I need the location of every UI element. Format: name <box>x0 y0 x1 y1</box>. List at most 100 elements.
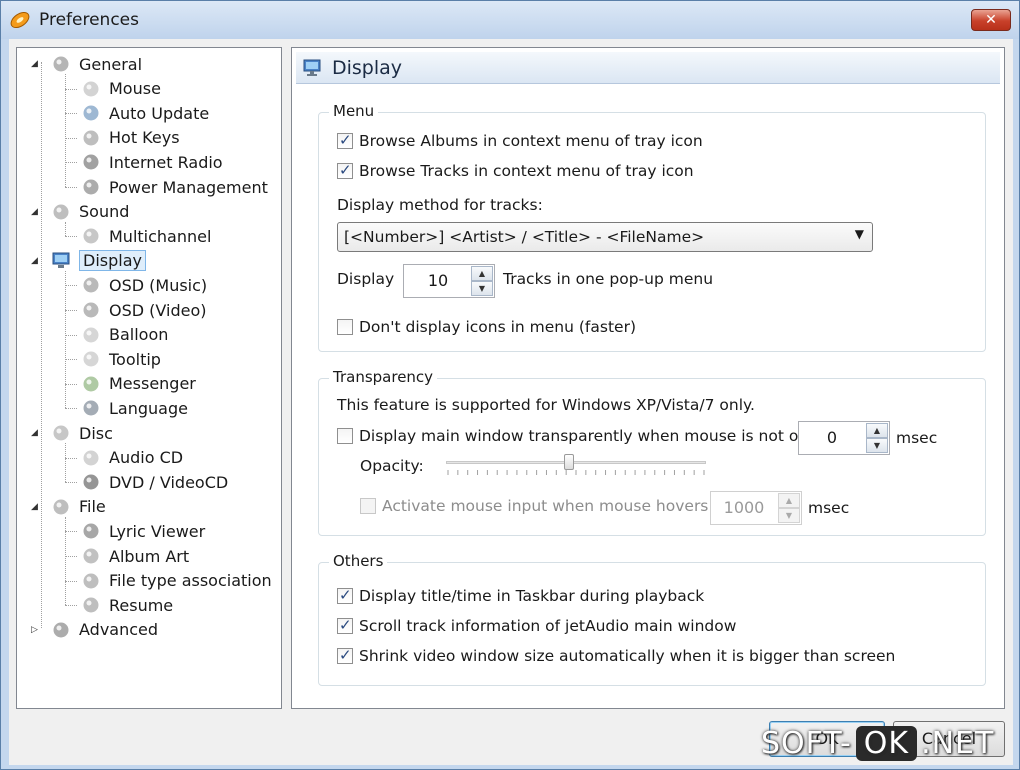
tree-item-sound[interactable]: Sound <box>51 200 129 224</box>
mouse-input-checkbox[interactable]: Activate mouse input when mouse hovers <box>360 497 708 515</box>
tree-expander-icon[interactable]: ◢ <box>31 256 41 266</box>
spin-down-icon[interactable]: ▼ <box>471 281 493 296</box>
scroll-track-label: Scroll track information of jetAudio mai… <box>359 617 737 635</box>
globe-icon <box>83 105 99 121</box>
tree-connector <box>65 482 77 484</box>
transparency-group-legend: Transparency <box>329 368 438 386</box>
language-icon <box>83 400 99 416</box>
tree-item-label: Tooltip <box>109 349 161 369</box>
tree-connector <box>65 236 77 238</box>
tracks-count-spinner[interactable]: 10 ▲ ▼ <box>403 264 495 298</box>
tree-item-file-type-association[interactable]: File type association <box>81 569 272 593</box>
transparent-window-checkbox[interactable]: Display main window transparently when m… <box>337 427 823 445</box>
speaker-icon <box>53 204 69 220</box>
tree-item-label: OSD (Video) <box>109 300 207 320</box>
transparent-delay-spinner[interactable]: 0 ▲ ▼ <box>798 421 890 455</box>
tree-connector <box>65 137 77 139</box>
shrink-video-checkbox[interactable]: Shrink video window size automatically w… <box>337 646 895 665</box>
window-title: Preferences <box>39 10 139 30</box>
spin-up-icon[interactable]: ▲ <box>866 423 888 438</box>
tree-item-label: Disc <box>79 423 113 443</box>
taskbar-title-check-box[interactable] <box>337 586 353 604</box>
tracks-per-menu-label: Tracks in one pop-up menu <box>503 270 714 288</box>
tree-expander-icon[interactable]: ◢ <box>31 207 41 217</box>
opacity-slider-thumb[interactable] <box>563 454 574 470</box>
tree-item-general[interactable]: General <box>51 52 142 76</box>
radio-icon <box>83 154 99 170</box>
tree-item-power-management[interactable]: Power Management <box>81 175 268 199</box>
scroll-track-checkbox[interactable]: Scroll track information of jetAudio mai… <box>337 616 737 635</box>
tree-item-label: Multichannel <box>109 226 212 246</box>
spin-up-icon[interactable]: ▲ <box>471 266 493 281</box>
tree-item-messenger[interactable]: Messenger <box>81 372 196 396</box>
tree-item-dvd-videocd[interactable]: DVD / VideoCD <box>81 470 228 494</box>
dvd-icon <box>83 474 99 490</box>
spin-up-icon[interactable]: ▲ <box>778 493 800 508</box>
opacity-slider[interactable] <box>446 454 706 478</box>
tree-item-osd-video[interactable]: OSD (Video) <box>81 298 206 322</box>
tree-expander-icon[interactable]: ◢ <box>31 59 41 69</box>
tree-item-hot-keys[interactable]: Hot Keys <box>81 126 180 150</box>
panel-title: Display <box>332 57 403 79</box>
tree-item-audio-cd[interactable]: Audio CD <box>81 446 183 470</box>
tree-item-mouse[interactable]: Mouse <box>81 77 161 101</box>
spin-down-icon[interactable]: ▼ <box>778 508 800 523</box>
tree-item-display[interactable]: Display <box>51 249 146 273</box>
tree-item-balloon[interactable]: Balloon <box>81 323 168 347</box>
category-tree[interactable]: ◢ General Mouse Auto Update Hot Keys Internet… <box>16 47 282 709</box>
tree-item-album-art[interactable]: Album Art <box>81 544 189 568</box>
tree-item-multichannel[interactable]: Multichannel <box>81 224 211 248</box>
tree-connector <box>65 556 77 557</box>
browse-tracks-check-box[interactable] <box>337 161 353 179</box>
taskbar-title-checkbox[interactable]: Display title/time in Taskbar during pla… <box>337 586 704 605</box>
tree-item-label: General <box>79 54 143 74</box>
transparent-window-check-box[interactable] <box>337 428 353 444</box>
tree-item-label: Resume <box>109 595 174 615</box>
tree-item-disc[interactable]: Disc <box>51 421 113 445</box>
no-icons-check-box[interactable] <box>337 319 353 335</box>
mouse-icon <box>83 81 99 97</box>
osd-icon <box>83 277 99 293</box>
tree-item-osd-music[interactable]: OSD (Music) <box>81 273 207 297</box>
tree-expander-icon[interactable]: ◢ <box>31 428 41 438</box>
tracks-count-value[interactable]: 10 <box>404 265 472 297</box>
tree-item-tooltip[interactable]: Tooltip <box>81 347 161 371</box>
tree-expander-icon[interactable]: ▷ <box>31 625 41 635</box>
checklist-icon <box>53 56 69 72</box>
mouse-input-delay-spinner[interactable]: 1000 ▲ ▼ <box>710 491 802 525</box>
microphone-icon <box>83 523 99 539</box>
multichannel-icon <box>83 228 99 244</box>
tree-item-label: Album Art <box>109 546 190 566</box>
display-method-select[interactable]: [<Number>] <Artist> / <Title> - <FileNam… <box>337 222 873 252</box>
tree-expander-icon[interactable]: ◢ <box>31 502 41 512</box>
tree-item-label: Power Management <box>109 177 268 197</box>
tooltip-icon <box>83 351 99 367</box>
tree-item-language[interactable]: Language <box>81 396 188 420</box>
tree-connector <box>65 531 77 533</box>
close-button[interactable]: ✕ <box>971 9 1011 31</box>
tree-item-lyric-viewer[interactable]: Lyric Viewer <box>81 519 205 543</box>
tree-connector <box>65 580 77 582</box>
spin-down-icon[interactable]: ▼ <box>866 438 888 453</box>
browse-tracks-checkbox[interactable]: Browse Tracks in context menu of tray ic… <box>337 161 694 180</box>
no-icons-checkbox[interactable]: Don't display icons in menu (faster) <box>337 318 636 336</box>
tree-item-internet-radio[interactable]: Internet Radio <box>81 150 223 174</box>
power-icon <box>83 179 99 195</box>
mouse-input-delay-value[interactable]: 1000 <box>711 492 777 524</box>
tree-item-resume[interactable]: Resume <box>81 593 173 617</box>
browse-albums-checkbox[interactable]: Browse Albums in context menu of tray ic… <box>337 131 703 150</box>
tree-connector <box>65 383 77 385</box>
transparent-delay-value[interactable]: 0 <box>799 422 865 454</box>
tree-item-file[interactable]: File <box>51 495 106 519</box>
watermark-part-2: OK <box>855 725 918 761</box>
shrink-video-check-box[interactable] <box>337 646 353 664</box>
resume-icon <box>83 597 99 613</box>
tree-item-advanced[interactable]: Advanced <box>51 618 158 642</box>
mouse-input-check-box[interactable] <box>360 498 376 514</box>
tree-item-auto-update[interactable]: Auto Update <box>81 101 209 125</box>
browse-albums-label: Browse Albums in context menu of tray ic… <box>359 132 703 150</box>
scroll-track-check-box[interactable] <box>337 616 353 634</box>
browse-albums-check-box[interactable] <box>337 131 353 149</box>
tree-item-label: DVD / VideoCD <box>109 472 229 492</box>
tree-item-label: File <box>79 497 106 517</box>
